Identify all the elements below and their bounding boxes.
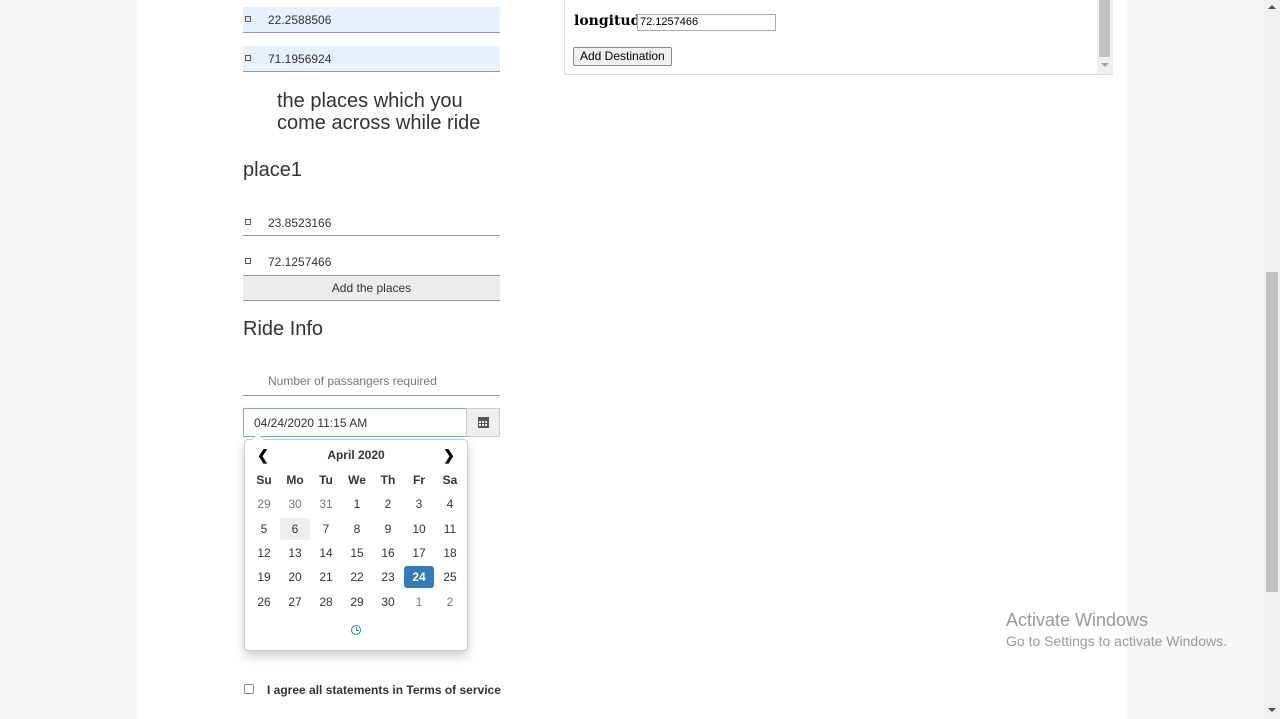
day-cell[interactable]: 14 [311,542,341,564]
place-latitude-value: 23.8523166 [268,216,332,230]
scroll-up-arrow-icon[interactable] [1268,5,1276,9]
day-cell[interactable]: 29 [342,591,372,613]
day-cell[interactable]: 20 [280,566,310,588]
panel-scrollbar-thumb[interactable] [1099,0,1110,57]
day-cell[interactable]: 25 [435,566,465,588]
day-cell[interactable]: 21 [311,566,341,588]
day-cell[interactable]: 31 [311,493,341,515]
day-cell[interactable]: 4 [435,493,465,515]
day-cell[interactable]: 1 [342,493,372,515]
day-cell[interactable]: 19 [249,566,279,588]
datetime-input[interactable]: 04/24/2020 11:15 AM [243,408,467,437]
day-cell[interactable]: 11 [435,518,465,540]
terms-label: I agree all statements in Terms of servi… [267,683,501,697]
day-cell[interactable]: 22 [342,566,372,588]
places-section-title: the places which you come across while r… [277,90,481,134]
day-cell[interactable]: 18 [435,542,465,564]
day-cell[interactable]: 13 [280,542,310,564]
day-cell[interactable]: 27 [280,591,310,613]
datepicker-month-title[interactable]: April 2020 [285,446,427,464]
start-longitude-field[interactable]: 71.1956924 [243,46,500,72]
ride-info-heading: Ride Info [243,318,324,340]
day-cell[interactable]: 26 [249,591,279,613]
day-cell[interactable]: 8 [342,518,372,540]
location-icon [245,55,251,61]
place-longitude-value: 72.1257466 [268,255,332,269]
day-cell[interactable]: 6 [280,517,310,540]
day-cell[interactable]: 17 [404,542,434,564]
passengers-placeholder: Number of passangers required [268,374,437,388]
weekday-header: Mo [286,473,304,487]
day-cell[interactable]: 3 [404,493,434,515]
terms-checkbox[interactable] [244,684,254,694]
scroll-down-arrow-icon[interactable] [1101,63,1109,67]
day-cell[interactable]: 9 [373,518,403,540]
day-cell[interactable]: 23 [373,566,403,588]
longitude-input[interactable]: 72.1257466 [637,14,776,31]
page-scrollbar-thumb[interactable] [1266,272,1278,592]
day-cell[interactable]: 2 [373,493,403,515]
day-cell[interactable]: 15 [342,542,372,564]
day-cell[interactable]: 1 [404,591,434,613]
chevron-right-icon[interactable]: ❯ [439,446,459,464]
selected-day-cell[interactable]: 24 [404,566,434,589]
watermark-subtitle: Go to Settings to activate Windows. [1006,633,1227,649]
weekday-header: Fr [413,473,425,487]
add-places-button[interactable]: Add the places [243,275,500,301]
datepicker-popup: ❮ April 2020 ❯ Su Mo Tu We Th Fr Sa 29 30 31 1 2 3 4 5… [244,433,468,651]
weekday-header: Th [380,473,396,487]
calendar-toggle-button[interactable] [466,408,500,437]
activate-windows-watermark: Activate Windows Go to Settings to activ… [1006,610,1227,651]
destination-panel: longitude 72.1257466 Add Destination [564,0,1113,75]
datepicker-header: ❮ April 2020 ❯ [245,446,467,464]
weekday-header: Tu [319,473,333,487]
day-cell[interactable]: 5 [249,518,279,540]
place-latitude-field[interactable]: 23.8523166 [243,210,500,236]
passengers-input[interactable]: Number of passangers required [243,368,500,396]
day-cell[interactable]: 29 [249,493,279,515]
day-cell[interactable]: 12 [249,542,279,564]
day-cell[interactable]: 28 [311,591,341,613]
page-scrollbar[interactable] [1264,0,1280,719]
panel-scrollbar[interactable] [1097,0,1113,74]
location-icon [245,258,251,264]
day-cell[interactable]: 30 [373,591,403,613]
place-longitude-field[interactable]: 72.1257466 [243,249,500,274]
location-icon [245,219,251,225]
add-destination-button[interactable]: Add Destination [573,47,672,66]
weekday-header: Sa [442,473,458,487]
calendar-icon [478,417,489,428]
start-latitude-field[interactable]: 22.2588506 [243,7,500,33]
clock-icon[interactable] [351,625,361,635]
start-longitude-value: 71.1956924 [268,52,332,66]
watermark-title: Activate Windows [1006,610,1149,630]
day-cell[interactable]: 7 [311,518,341,540]
day-cell[interactable]: 10 [404,518,434,540]
scroll-down-arrow-icon[interactable] [1268,708,1276,712]
place-heading: place1 [243,159,302,181]
day-cell[interactable]: 16 [373,542,403,564]
chevron-left-icon[interactable]: ❮ [253,446,273,464]
location-icon [245,16,251,22]
day-cell[interactable]: 30 [280,493,310,515]
day-cell[interactable]: 2 [435,591,465,613]
weekday-header: Su [256,473,272,487]
start-latitude-value: 22.2588506 [268,13,332,27]
weekday-header: We [348,473,366,487]
